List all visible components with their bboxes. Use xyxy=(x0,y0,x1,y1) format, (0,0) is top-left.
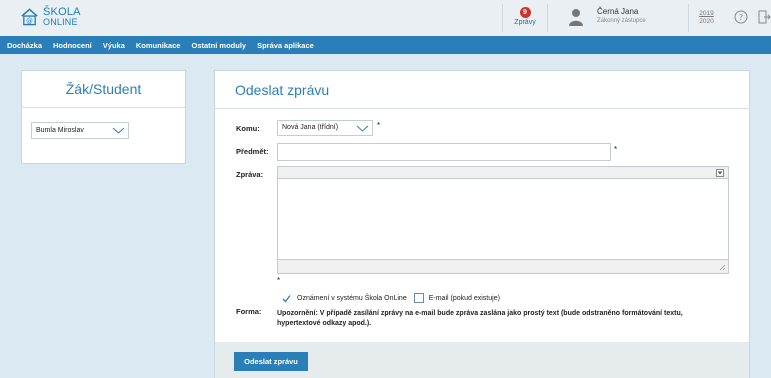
delivery-options: Oznámení v systému Škola OnLine E-mail (… xyxy=(282,293,500,303)
required-mark: * xyxy=(614,145,618,154)
resize-handle-icon[interactable] xyxy=(718,263,726,271)
compose-title: Odeslat zprávu xyxy=(215,71,749,109)
email-warning-text: Upozornění: V případě zasílání zprávy na… xyxy=(277,310,683,327)
editor-toolbar-toggle[interactable] xyxy=(716,169,724,177)
email-option-label: E-mail (pokud existuje) xyxy=(428,294,500,302)
recipient-select[interactable]: Nová Jana (třídní) xyxy=(277,120,373,136)
home-at-icon: @ xyxy=(21,8,38,26)
year-start: 2019 xyxy=(699,10,714,17)
required-mark: * xyxy=(277,276,281,285)
email-option-checkbox[interactable] xyxy=(413,293,424,303)
user-name: Černá Jana xyxy=(597,7,639,16)
message-label: Zpráva: xyxy=(236,170,264,179)
subject-label: Předmět: xyxy=(236,147,269,156)
nav-item-komunikace[interactable]: Komunikace xyxy=(136,41,181,50)
logo-line1: ŠKOLA xyxy=(43,6,81,18)
logout-icon[interactable] xyxy=(758,10,771,24)
to-label: Komu: xyxy=(236,124,260,133)
nav-item-vyuka[interactable]: Výuka xyxy=(103,41,125,50)
user-profile[interactable]: Černá Jana Zákonný zástupce xyxy=(568,6,688,30)
student-select-value: Bumla Miroslav xyxy=(36,127,84,134)
logo-line2: ONLINE xyxy=(43,17,78,27)
send-message-button[interactable]: Odeslat zprávu xyxy=(234,352,308,371)
top-header: @ ŠKOLA ONLINE 9 Zprávy Černá Jana Zákon… xyxy=(0,0,771,36)
compose-message-panel: Odeslat zprávu Komu: Nová Jana (třídní) … xyxy=(214,70,750,378)
caret-down-icon xyxy=(717,171,723,175)
svg-text:?: ? xyxy=(739,13,743,22)
subject-input[interactable] xyxy=(277,143,611,161)
user-role: Zákonný zástupce xyxy=(597,18,646,24)
editor-toolbar xyxy=(278,167,728,179)
notify-option-label: Oznámení v systému Škola OnLine xyxy=(297,294,407,302)
messages-button[interactable]: 9 Zprávy xyxy=(502,4,548,32)
help-icon[interactable]: ? xyxy=(734,10,748,24)
messages-label: Zprávy xyxy=(514,19,536,26)
nav-item-ostatni-moduly[interactable]: Ostatní moduly xyxy=(191,41,246,50)
chevron-down-icon xyxy=(112,127,125,134)
editor-status-bar xyxy=(278,259,728,273)
nav-item-hodnoceni[interactable]: Hodnocení xyxy=(53,41,92,50)
required-mark: * xyxy=(377,121,381,130)
svg-text:@: @ xyxy=(26,17,33,25)
student-panel: Žák/Student Bumla Miroslav xyxy=(21,70,186,164)
school-year-selector[interactable]: 2019 2020 xyxy=(688,4,724,32)
student-panel-title: Žák/Student xyxy=(22,71,185,108)
logo-text: ŠKOLA ONLINE xyxy=(43,6,81,28)
message-editor[interactable] xyxy=(277,166,729,274)
form-label: Forma: xyxy=(236,307,262,316)
compose-footer: Odeslat zprávu xyxy=(215,342,749,378)
main-navigation: Docházka Hodnocení Výuka Komunikace Osta… xyxy=(0,36,771,54)
student-select[interactable]: Bumla Miroslav xyxy=(31,122,129,139)
message-body[interactable] xyxy=(278,179,728,259)
recipient-select-value: Nová Jana (třídní) xyxy=(282,124,339,131)
nav-item-dochazka[interactable]: Docházka xyxy=(7,41,42,50)
user-icon xyxy=(569,9,583,26)
chevron-down-icon xyxy=(356,125,369,132)
year-end: 2020 xyxy=(699,18,714,25)
email-warning: Upozornění: V případě zasílání zprávy na… xyxy=(277,309,717,329)
skola-online-logo[interactable]: @ ŠKOLA ONLINE xyxy=(20,7,81,27)
nav-item-sprava-aplikace[interactable]: Správa aplikace xyxy=(257,41,314,50)
messages-count-badge: 9 xyxy=(519,7,531,18)
check-icon[interactable] xyxy=(282,294,291,303)
